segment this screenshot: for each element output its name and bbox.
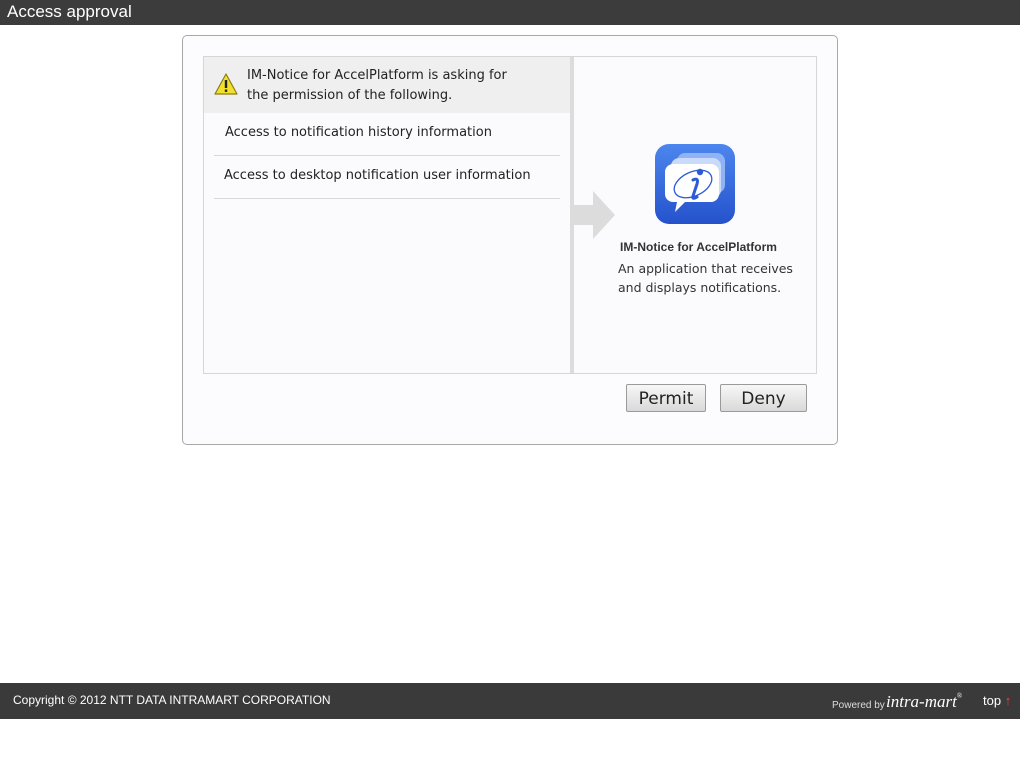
permit-button[interactable]: Permit (626, 384, 706, 412)
warning-icon (214, 73, 238, 95)
warning-message-line1: IM-Notice for AccelPlatform is asking fo… (247, 68, 507, 83)
header-bar: Access approval (0, 0, 1020, 25)
permission-label: Access to notification history informati… (225, 125, 492, 140)
app-name: IM-Notice for AccelPlatform (620, 240, 777, 254)
warning-banner: IM-Notice for AccelPlatform is asking fo… (204, 57, 570, 113)
copyright-text: Copyright © 2012 NTT DATA INTRAMART CORP… (13, 693, 331, 707)
arrow-up-icon: ↑ (1004, 693, 1012, 708)
app-icon (655, 144, 735, 224)
access-approval-dialog: IM-Notice for AccelPlatform is asking fo… (182, 35, 838, 445)
page-title: Access approval (7, 2, 132, 21)
permission-list-pane: IM-Notice for AccelPlatform is asking fo… (204, 57, 570, 373)
permission-item: Access to notification history informati… (214, 113, 560, 156)
permission-panel: IM-Notice for AccelPlatform is asking fo… (203, 56, 817, 374)
permission-item: Access to desktop notification user info… (214, 156, 560, 199)
app-description: An application that receives and display… (618, 261, 793, 295)
intra-mart-logo: intra-mart® (886, 692, 962, 712)
back-to-top-link[interactable]: top ↑ (983, 693, 1011, 708)
powered-by-text: Powered by (832, 700, 885, 711)
logo-text: intra-mart (886, 692, 957, 711)
deny-button[interactable]: Deny (720, 384, 807, 412)
warning-message: IM-Notice for AccelPlatform is asking fo… (247, 66, 547, 106)
footer-bar: Copyright © 2012 NTT DATA INTRAMART CORP… (0, 683, 1020, 719)
top-link-label: top (983, 693, 1002, 708)
registered-mark: ® (956, 692, 963, 700)
warning-message-line2: the permission of the following. (247, 88, 453, 103)
permission-label: Access to desktop notification user info… (224, 168, 531, 183)
arrow-right-icon (573, 191, 615, 239)
